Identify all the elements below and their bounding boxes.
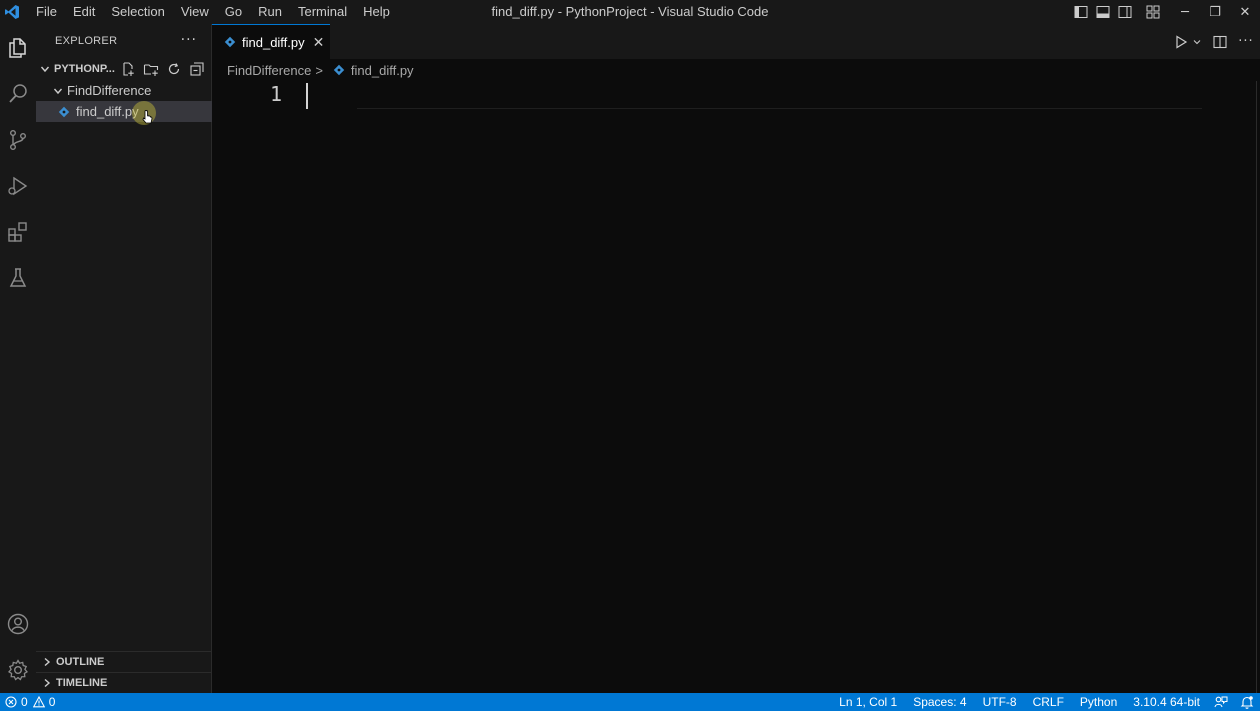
menu-bar: File Edit Selection View Go Run Terminal… bbox=[28, 0, 398, 24]
outline-section-header[interactable]: OUTLINE bbox=[36, 651, 212, 672]
title-bar-controls: ─ ❐ ✕ bbox=[1070, 0, 1260, 24]
extensions-icon[interactable] bbox=[0, 212, 36, 252]
project-section-header[interactable]: PYTHONP... bbox=[36, 58, 212, 80]
source-control-icon[interactable] bbox=[0, 120, 36, 160]
line-number: 1 bbox=[269, 82, 282, 106]
explorer-icon[interactable] bbox=[0, 28, 36, 68]
menu-terminal[interactable]: Terminal bbox=[290, 0, 355, 24]
editor-more-actions-icon[interactable]: ··· bbox=[1232, 24, 1260, 59]
editor-actions: ··· bbox=[1172, 24, 1260, 59]
menu-file[interactable]: File bbox=[28, 0, 65, 24]
chevron-right-icon bbox=[38, 672, 56, 694]
restore-button[interactable]: ❐ bbox=[1200, 0, 1230, 24]
folder-label: FindDifference bbox=[67, 83, 152, 98]
testing-icon[interactable] bbox=[0, 258, 36, 298]
warning-icon bbox=[32, 696, 45, 708]
vscode-logo-icon bbox=[0, 0, 24, 24]
run-dropdown-chevron-icon[interactable] bbox=[1190, 24, 1204, 59]
notifications-bell-icon[interactable] bbox=[1234, 693, 1260, 711]
timeline-label: TIMELINE bbox=[56, 677, 108, 689]
end-of-line[interactable]: CRLF bbox=[1025, 693, 1072, 711]
tree-folder-finddifference[interactable]: FindDifference bbox=[36, 80, 212, 101]
timeline-section-header[interactable]: TIMELINE bbox=[36, 672, 212, 693]
warning-count: 0 bbox=[48, 695, 56, 709]
menu-run[interactable]: Run bbox=[250, 0, 290, 24]
feedback-icon[interactable] bbox=[1208, 693, 1234, 711]
mouse-pointer-icon bbox=[142, 110, 154, 124]
activity-bar bbox=[0, 24, 36, 693]
menu-selection[interactable]: Selection bbox=[103, 0, 172, 24]
menu-go[interactable]: Go bbox=[217, 0, 250, 24]
editor-scrollbar[interactable] bbox=[1256, 81, 1257, 693]
manage-gear-icon[interactable] bbox=[0, 650, 36, 690]
breadcrumb: FindDifference > find_diff.py bbox=[227, 59, 414, 81]
menu-help[interactable]: Help bbox=[355, 0, 398, 24]
tab-label: find_diff.py bbox=[242, 34, 305, 50]
chevron-down-icon bbox=[36, 58, 54, 80]
refresh-icon[interactable] bbox=[162, 58, 185, 80]
toggle-panel-icon[interactable] bbox=[1092, 0, 1114, 24]
tab-find-diff[interactable]: find_diff.py ✕ bbox=[212, 24, 330, 59]
file-label: find_diff.py bbox=[76, 104, 139, 119]
project-actions bbox=[116, 58, 208, 80]
chevron-down-icon bbox=[49, 80, 67, 102]
tree-file-find-diff[interactable]: find_diff.py bbox=[36, 101, 212, 125]
tab-close-icon[interactable]: ✕ bbox=[313, 34, 325, 51]
current-line-highlight bbox=[357, 108, 1202, 109]
file-encoding[interactable]: UTF-8 bbox=[975, 693, 1025, 711]
split-editor-icon[interactable] bbox=[1208, 24, 1232, 59]
python-file-icon bbox=[224, 36, 236, 48]
project-name: PYTHONP... bbox=[54, 63, 115, 75]
explorer-more-actions-icon[interactable]: ··· bbox=[181, 32, 197, 48]
explorer-sidebar: EXPLORER ··· PYTHONP... FindDifference f… bbox=[36, 24, 212, 693]
error-icon bbox=[5, 696, 17, 708]
outline-label: OUTLINE bbox=[56, 656, 105, 668]
status-bar-right: Ln 1, Col 1 Spaces: 4 UTF-8 CRLF Python … bbox=[831, 693, 1260, 711]
search-icon[interactable] bbox=[0, 74, 36, 114]
new-folder-icon[interactable] bbox=[139, 58, 162, 80]
problems-indicator[interactable]: 0 0 bbox=[0, 695, 55, 709]
customize-layout-icon[interactable] bbox=[1142, 0, 1164, 24]
indentation[interactable]: Spaces: 4 bbox=[905, 693, 974, 711]
python-interpreter[interactable]: 3.10.4 64-bit bbox=[1125, 693, 1208, 711]
run-python-file-icon[interactable] bbox=[1172, 24, 1190, 59]
language-mode[interactable]: Python bbox=[1072, 693, 1125, 711]
python-file-icon bbox=[58, 106, 70, 118]
accounts-icon[interactable] bbox=[0, 604, 36, 644]
minimize-button[interactable]: ─ bbox=[1170, 0, 1200, 24]
breadcrumb-file[interactable]: find_diff.py bbox=[351, 63, 414, 78]
menu-edit[interactable]: Edit bbox=[65, 0, 103, 24]
toggle-secondary-sidebar-icon[interactable] bbox=[1114, 0, 1136, 24]
text-cursor bbox=[306, 83, 308, 109]
new-file-icon[interactable] bbox=[116, 58, 139, 80]
editor-tabs: find_diff.py ✕ ··· bbox=[212, 24, 1260, 59]
python-file-icon bbox=[333, 64, 345, 76]
title-bar: File Edit Selection View Go Run Terminal… bbox=[0, 0, 1260, 24]
status-bar: 0 0 Ln 1, Col 1 Spaces: 4 UTF-8 CRLF Pyt… bbox=[0, 693, 1260, 711]
menu-view[interactable]: View bbox=[173, 0, 217, 24]
breadcrumb-folder[interactable]: FindDifference bbox=[227, 63, 311, 78]
error-count: 0 bbox=[21, 695, 28, 709]
editor-area: find_diff.py ✕ ··· FindDifference > find… bbox=[212, 24, 1260, 693]
breadcrumb-separator: > bbox=[315, 62, 323, 78]
chevron-right-icon bbox=[38, 651, 56, 673]
close-window-button[interactable]: ✕ bbox=[1230, 0, 1260, 24]
collapse-all-icon[interactable] bbox=[185, 58, 208, 80]
toggle-primary-sidebar-icon[interactable] bbox=[1070, 0, 1092, 24]
run-and-debug-icon[interactable] bbox=[0, 166, 36, 206]
cursor-position[interactable]: Ln 1, Col 1 bbox=[831, 693, 905, 711]
